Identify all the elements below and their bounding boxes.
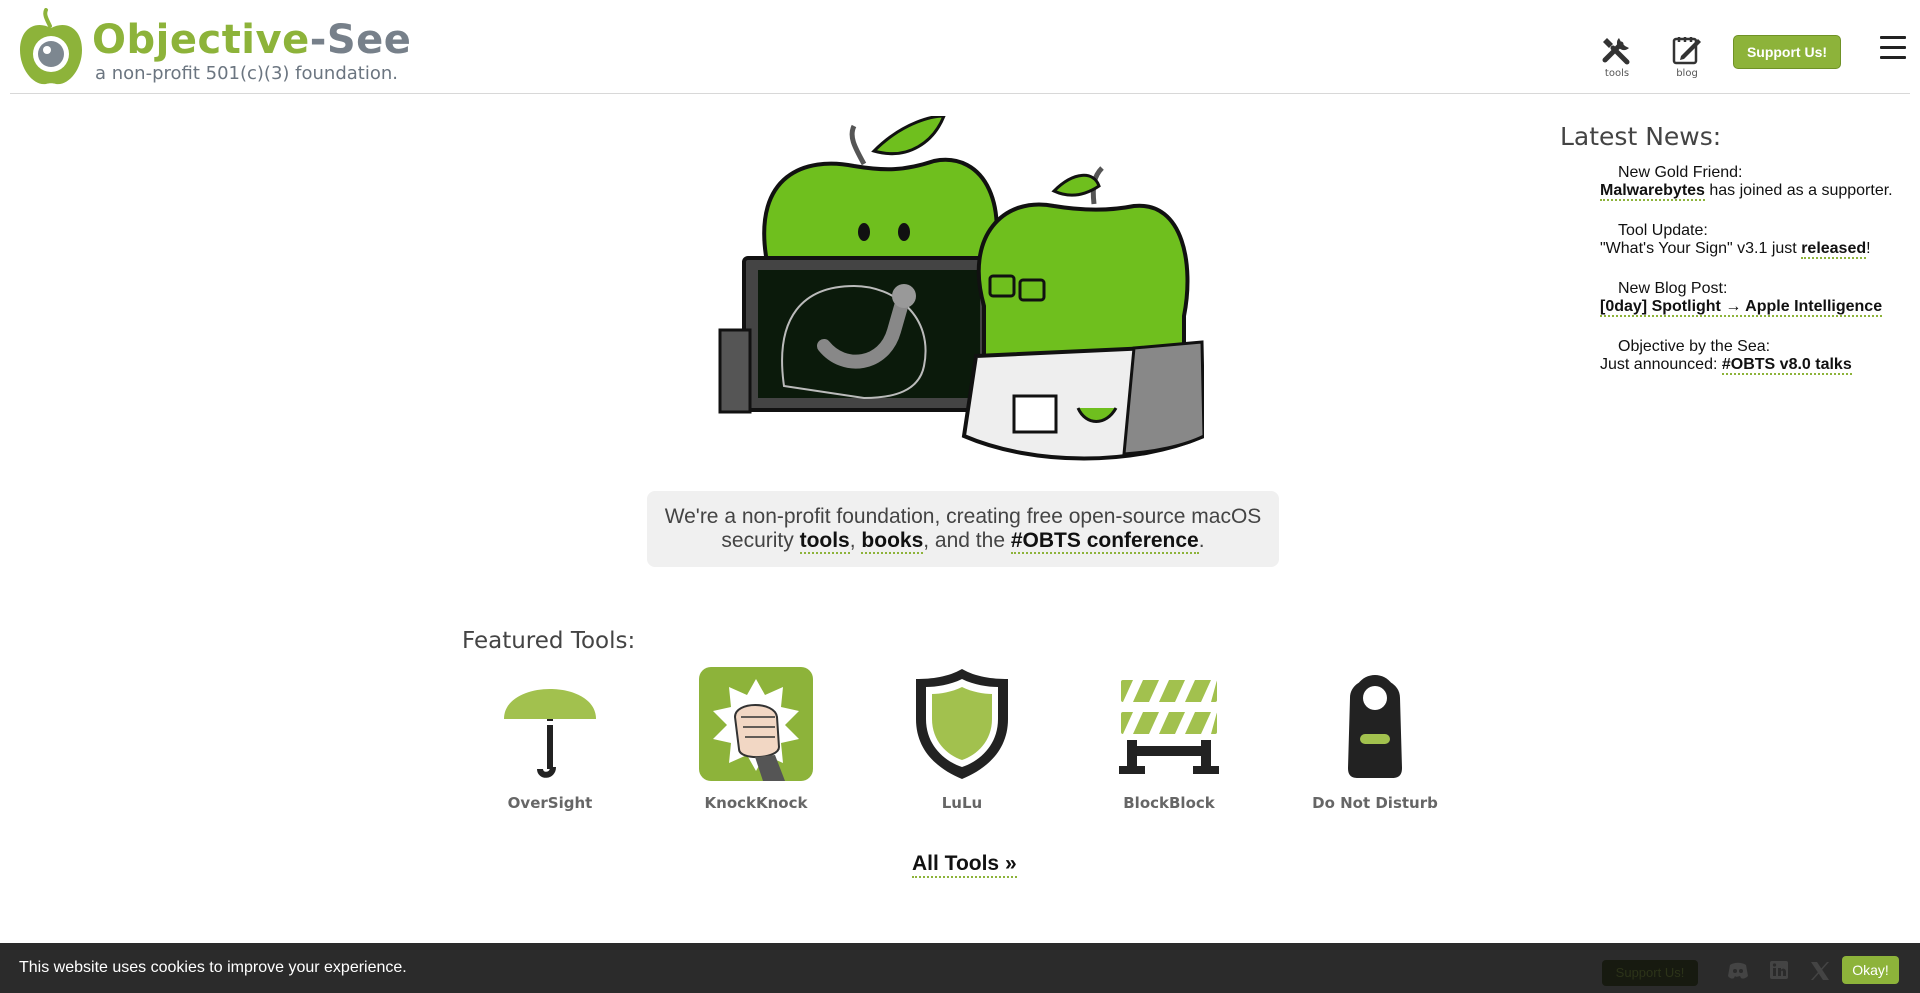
umbrella-icon [504, 689, 596, 778]
news-item: Tool Update: "What's Your Sign" v3.1 jus… [1600, 222, 1871, 259]
books-link[interactable]: books [861, 529, 924, 554]
featured-tools-title: Featured Tools: [462, 628, 636, 654]
blog-icon [1672, 37, 1701, 65]
fist-icon [699, 667, 813, 781]
news-link[interactable]: #OBTS v8.0 talks [1721, 356, 1852, 375]
news-link[interactable]: released [1801, 240, 1867, 259]
nav-blog-label: blog [1676, 68, 1698, 79]
cookie-banner: This website uses cookies to improve you… [0, 943, 1920, 993]
tool-name: OverSight [507, 794, 593, 812]
cookie-text: This website uses cookies to improve you… [19, 959, 407, 976]
news-link[interactable]: Malwarebytes [1600, 182, 1705, 201]
tools-icon [1602, 38, 1630, 65]
door-hanger-icon [1348, 675, 1402, 778]
intro-box: We're a non-profit foundation, creating … [647, 491, 1279, 567]
tool-name: KnockKnock [704, 794, 808, 812]
shield-icon [916, 669, 1008, 779]
nav-tools-label: tools [1604, 68, 1630, 79]
obts-conference-link[interactable]: #OBTS conference [1010, 529, 1199, 554]
tool-name: LuLu [941, 794, 983, 812]
hero-illustration [718, 116, 1204, 461]
intro-line-1: We're a non-profit foundation, creating … [664, 505, 1262, 528]
tool-name: BlockBlock [1123, 794, 1215, 812]
discord-icon[interactable] [1727, 961, 1749, 981]
site-header: Objective-See a non-profit 501(c)(3) fou… [10, 0, 1910, 94]
apple-logo-icon[interactable] [16, 8, 86, 88]
news-item: New Blog Post: [0day] Spotlight → Apple … [1600, 280, 1883, 317]
tool-do-not-disturb[interactable]: Do Not Disturb [1305, 666, 1445, 812]
tool-oversight[interactable]: OverSight [480, 666, 620, 812]
cookie-okay-button[interactable]: Okay! [1842, 956, 1899, 984]
news-link[interactable]: [0day] Spotlight → Apple Intelligence [1600, 298, 1883, 317]
latest-news-title: Latest News: [1560, 122, 1722, 151]
news-item: Objective by the Sea: Just announced: #O… [1600, 338, 1852, 375]
hamburger-menu-icon[interactable] [1880, 36, 1906, 62]
brand-name[interactable]: Objective-See [92, 20, 411, 60]
tool-blockblock[interactable]: BlockBlock [1099, 666, 1239, 812]
tool-knockknock[interactable]: KnockKnock [686, 666, 826, 812]
tagline: a non-profit 501(c)(3) foundation. [95, 63, 398, 84]
intro-line-2: security tools, books, and the #OBTS con… [721, 529, 1205, 554]
tool-lulu[interactable]: LuLu [892, 666, 1032, 812]
tools-link[interactable]: tools [799, 529, 850, 554]
all-tools-link[interactable]: All Tools » [912, 852, 1017, 878]
news-list: New Gold Friend: Malwarebytes has joined… [1600, 164, 1910, 396]
footer-support-button[interactable]: Support Us! [1602, 960, 1698, 986]
nav-tools[interactable]: tools [1597, 34, 1637, 79]
support-us-button[interactable]: Support Us! [1733, 35, 1841, 69]
nav-blog[interactable]: blog [1667, 34, 1707, 79]
news-item: New Gold Friend: Malwarebytes has joined… [1600, 164, 1893, 201]
x-twitter-icon[interactable] [1809, 961, 1831, 981]
tool-name: Do Not Disturb [1312, 794, 1438, 812]
barrier-icon [1119, 680, 1219, 774]
linkedin-icon[interactable] [1769, 961, 1791, 981]
